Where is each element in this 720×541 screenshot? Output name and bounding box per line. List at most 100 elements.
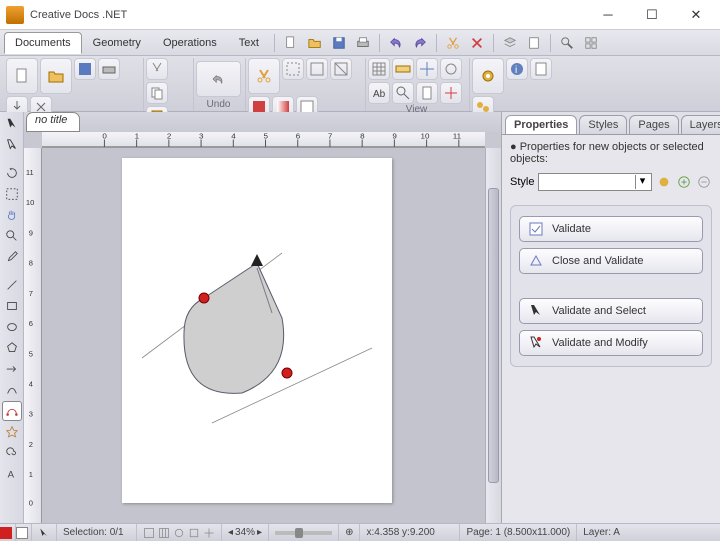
copy-button[interactable] [146, 82, 168, 104]
open-icon[interactable] [304, 33, 326, 53]
status-page: Page: 1 (8.500x11.000) [460, 524, 577, 541]
close-validate-icon [528, 253, 544, 269]
select-all-button[interactable] [282, 58, 304, 80]
svg-text:8: 8 [360, 132, 364, 140]
tab-pages[interactable]: Pages [629, 115, 678, 135]
svg-text:A: A [7, 470, 14, 481]
pointer-tool[interactable] [2, 114, 22, 134]
drawing [122, 158, 392, 503]
select-tool-button[interactable] [248, 58, 280, 94]
select-invert-button[interactable] [330, 58, 352, 80]
rect-tool[interactable] [2, 296, 22, 316]
view-grid-button[interactable] [368, 58, 390, 80]
validate-icon [528, 221, 544, 237]
right-panel: Properties Styles Pages Layers ● Propert… [502, 112, 720, 523]
polygon-tool[interactable] [2, 338, 22, 358]
status-slider[interactable] [269, 524, 339, 541]
undo-icon[interactable] [385, 33, 407, 53]
close-validate-button[interactable]: Close and Validate [519, 248, 703, 274]
bezier-tool[interactable] [2, 401, 22, 421]
document-tab[interactable]: no title [26, 112, 80, 132]
print-icon[interactable] [352, 33, 374, 53]
panel-info: ● Properties for new objects or selected… [510, 141, 712, 165]
validate-select-button[interactable]: Validate and Select [519, 298, 703, 324]
path-tool[interactable] [2, 380, 22, 400]
settings-button[interactable] [472, 58, 504, 94]
page-icon[interactable] [523, 33, 545, 53]
tab-layers[interactable]: Layers [681, 115, 720, 135]
menu-tab-operations[interactable]: Operations [152, 32, 228, 54]
tab-styles[interactable]: Styles [579, 115, 627, 135]
close-button[interactable]: ✕ [674, 1, 718, 29]
maximize-button[interactable]: ☐ [630, 1, 674, 29]
status-tool-icon [32, 524, 57, 541]
menu-tab-documents[interactable]: Documents [4, 32, 82, 54]
view-cross-button[interactable] [440, 82, 462, 104]
view-rulers-button[interactable] [392, 58, 414, 80]
delete-icon[interactable] [466, 33, 488, 53]
eyedropper-tool[interactable] [2, 247, 22, 267]
print-button[interactable] [98, 58, 120, 80]
zoom-tool[interactable] [2, 226, 22, 246]
new-button[interactable] [6, 58, 38, 94]
app-icon [6, 6, 24, 24]
status-zoom-plus[interactable]: ⊕ [339, 524, 360, 541]
left-toolbox: A [0, 112, 24, 523]
menu-tab-text[interactable]: Text [228, 32, 270, 54]
zoom-value: 34% [235, 527, 255, 538]
style-remove-icon[interactable] [696, 174, 712, 190]
view-page-button[interactable] [416, 82, 438, 104]
open-button[interactable] [40, 58, 72, 94]
svg-text:4: 4 [29, 380, 33, 389]
ellipse-tool[interactable] [2, 317, 22, 337]
redo-icon[interactable] [409, 33, 431, 53]
save-icon[interactable] [328, 33, 350, 53]
spiral-tool[interactable] [2, 443, 22, 463]
layers-icon[interactable] [499, 33, 521, 53]
rotate-tool[interactable] [2, 163, 22, 183]
status-bar: Selection: 0/1 ◂34%▸ ⊕ x:4.358 y:9.200 P… [0, 523, 720, 541]
info-button[interactable]: i [506, 58, 528, 80]
star-tool[interactable] [2, 422, 22, 442]
minimize-button[interactable]: ─ [586, 1, 630, 29]
svg-text:4: 4 [231, 132, 236, 140]
action-group: Validate Close and Validate Validate and… [510, 205, 712, 367]
grid-icon[interactable] [580, 33, 602, 53]
direct-select-tool[interactable] [2, 135, 22, 155]
swatch-stroke[interactable] [16, 524, 32, 541]
new-doc-icon[interactable] [280, 33, 302, 53]
style-gear-icon[interactable] [656, 174, 672, 190]
view-guides-button[interactable] [416, 58, 438, 80]
arrow-tool[interactable] [2, 359, 22, 379]
validate-button[interactable]: Validate [519, 216, 703, 242]
select-none-button[interactable] [306, 58, 328, 80]
view-text-button[interactable]: Ab [368, 82, 390, 104]
view-snap-button[interactable] [440, 58, 462, 80]
svg-text:5: 5 [264, 132, 268, 140]
scrollbar-vertical[interactable] [485, 148, 501, 523]
svg-text:10: 10 [421, 132, 431, 140]
status-zoom[interactable]: ◂34%▸ [222, 524, 269, 541]
style-dropdown[interactable]: ▾ [538, 173, 652, 191]
marquee-tool[interactable] [2, 184, 22, 204]
cut-button[interactable] [146, 58, 168, 80]
style-add-icon[interactable] [676, 174, 692, 190]
validate-modify-button[interactable]: Validate and Modify [519, 330, 703, 356]
undo-button[interactable] [196, 61, 241, 97]
window-titlebar: Creative Docs .NET ─ ☐ ✕ [0, 0, 720, 30]
svg-text:9: 9 [29, 228, 33, 237]
save-button[interactable] [74, 58, 96, 80]
zoom-icon[interactable] [556, 33, 578, 53]
text-tool[interactable]: A [2, 464, 22, 484]
document-tabs: no title [24, 112, 501, 132]
view-zoom-button[interactable] [392, 82, 414, 104]
line-tool[interactable] [2, 275, 22, 295]
menu-tab-geometry[interactable]: Geometry [82, 32, 152, 54]
hand-tool[interactable] [2, 205, 22, 225]
swatch-fill[interactable] [0, 524, 16, 541]
validate-select-label: Validate and Select [552, 305, 646, 317]
canvas[interactable] [42, 148, 485, 523]
tab-properties[interactable]: Properties [505, 115, 577, 135]
doc-info-button[interactable] [530, 58, 552, 80]
cut-icon[interactable] [442, 33, 464, 53]
